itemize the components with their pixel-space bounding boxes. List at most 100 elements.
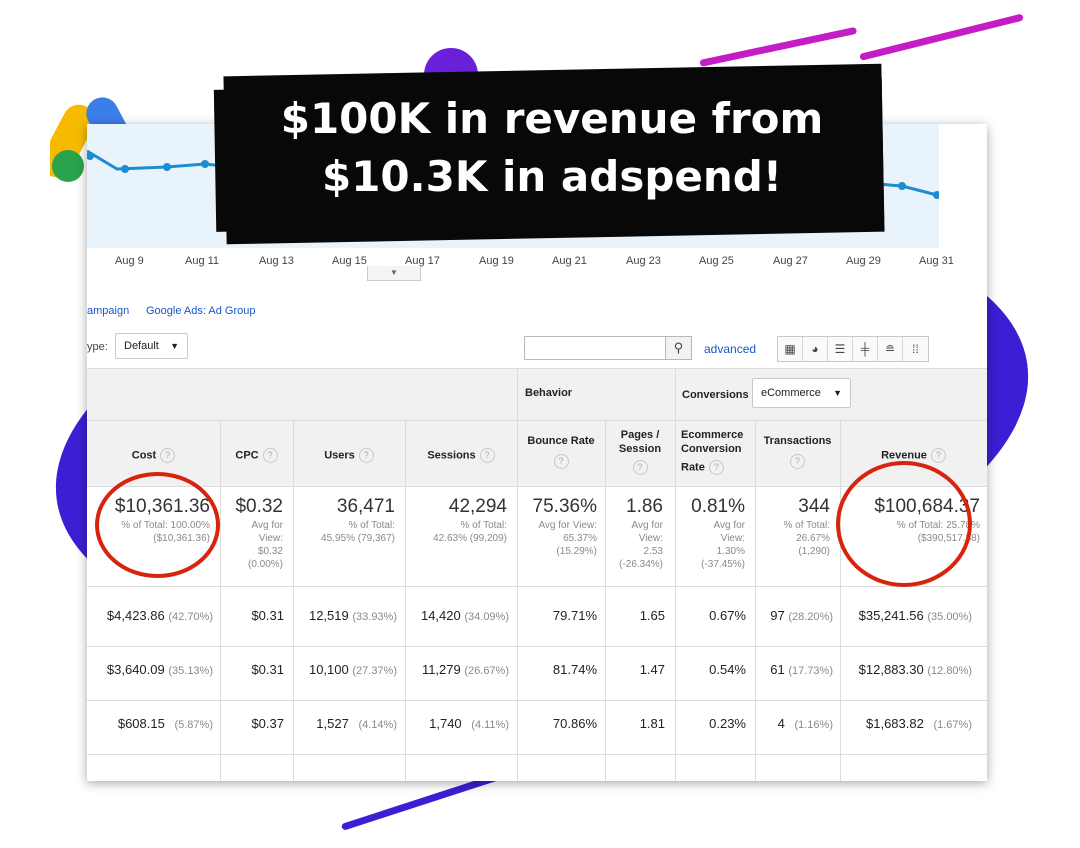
pie-view-icon[interactable]: ◕ (803, 337, 828, 361)
total-bounce-note: Avg for View: (538, 520, 597, 531)
conversions-select[interactable]: eCommerce ▼ (752, 378, 851, 408)
total-cpc-note: $0.32 (257, 546, 283, 557)
total-cpc-note: Avg for (251, 520, 284, 531)
table-row-1-cost: $4,423.86 (42.70%) (87, 608, 213, 623)
cell-value: 61 (770, 662, 785, 677)
total-bounce-note: 65.37% (563, 533, 597, 544)
help-icon[interactable]: ? (708, 460, 724, 475)
type-label: ype: (87, 341, 108, 353)
column-header-ecommerce-conversion-rate[interactable]: Ecommerce Conversion Rate? (675, 428, 755, 475)
column-header-sessions[interactable]: Sessions? (405, 448, 517, 463)
cell-percent: (34.09%) (464, 611, 509, 623)
cell-percent: (4.14%) (358, 719, 397, 731)
cell-percent: (1.67%) (933, 719, 972, 731)
table-search-input[interactable] (524, 336, 666, 360)
column-label: Ecommerce (681, 429, 744, 441)
table-row-3-ecr: 0.23% (709, 716, 746, 731)
total-pages-note: View: (638, 533, 663, 544)
term-cloud-icon[interactable]: ≘ (878, 337, 903, 361)
cell-percent: (28.20%) (788, 611, 833, 623)
total-transactions: 344 (798, 496, 830, 517)
total-sessions-note: % of Total: (460, 520, 507, 531)
cell-value: 1,527 (316, 716, 349, 731)
cell-percent: (4.11%) (471, 719, 509, 731)
behavior-group-header: Behavior (525, 387, 573, 399)
total-cpc: $0.32 (235, 496, 283, 517)
chevron-down-icon: ▼ (833, 388, 842, 398)
table-row-2-sessions: 11,279 (26.67%) (405, 662, 509, 677)
help-icon[interactable]: ? (790, 454, 805, 469)
help-icon[interactable]: ? (262, 448, 278, 463)
decorative-stroke (699, 26, 858, 67)
cell-value: 14,420 (420, 608, 461, 623)
cell-percent: (12.80%) (927, 665, 972, 677)
cell-percent: (42.70%) (168, 611, 213, 623)
column-header-pages-session[interactable]: Pages / Session ? (605, 428, 675, 475)
column-header-users[interactable]: Users? (293, 448, 405, 463)
headline-line-1: $100K in revenue from (280, 94, 824, 143)
tab-google-ads-ad-group[interactable]: Google Ads: Ad Group (146, 305, 255, 317)
table-row-2-users: 10,100 (27.37%) (293, 662, 397, 677)
total-transactions-note: (1,290) (798, 546, 830, 557)
cell-percent: (26.67%) (464, 665, 509, 677)
grid-view-icon[interactable]: ▦ (778, 337, 803, 361)
cell-percent: (27.37%) (352, 665, 397, 677)
highlight-circle-cost (95, 472, 220, 578)
total-bounce-note: (15.29%) (556, 546, 597, 557)
column-label: Bounce Rate (527, 435, 595, 447)
x-axis-label: Aug 9 (115, 255, 144, 267)
total-ecommerce-conversion-rate: 0.81% (691, 496, 745, 517)
bar-view-icon[interactable]: ☰ (828, 337, 853, 361)
total-transactions-note: % of Total: (783, 520, 830, 531)
decorative-stroke (859, 13, 1024, 61)
cell-percent: (1.16%) (794, 719, 833, 731)
pivot-view-icon[interactable]: ⁞⁞ (903, 337, 928, 361)
total-cpc-note: View: (258, 533, 283, 544)
highlight-circle-revenue (836, 461, 972, 587)
total-pages-note: Avg for (631, 520, 664, 531)
table-row-1-revenue: $35,241.56 (35.00%) (840, 608, 972, 623)
table-border (87, 368, 987, 369)
type-select[interactable]: Default ▼ (115, 333, 188, 359)
advanced-filter-link[interactable]: advanced (704, 342, 756, 356)
help-icon[interactable]: ? (553, 454, 569, 469)
table-row-1-transactions: 97 (28.20%) (755, 608, 833, 623)
chart-collapse-handle[interactable]: ▼ (367, 266, 421, 281)
cell-value: $3,640.09 (106, 662, 165, 677)
total-sessions: 42,294 (448, 496, 507, 517)
help-icon[interactable]: ? (358, 448, 374, 463)
total-pages-note: (-26.34%) (619, 559, 663, 570)
table-row-1-cpc: $0.31 (251, 608, 284, 623)
help-icon[interactable]: ? (930, 448, 946, 463)
table-row-2-ecr: 0.54% (709, 662, 746, 677)
help-icon[interactable]: ? (479, 448, 495, 463)
comparison-view-icon[interactable]: ╪ (853, 337, 878, 361)
table-row-2-transactions: 61 (17.73%) (755, 662, 833, 677)
table-row-1-bounce: 79.71% (552, 608, 597, 623)
table-row-3-transactions: 4 (1.16%) (755, 716, 833, 731)
cell-value: $35,241.56 (858, 608, 924, 623)
column-header-cost[interactable]: Cost? (87, 448, 220, 463)
column-header-cpc[interactable]: CPC? (220, 448, 293, 463)
cell-value: 4 (777, 716, 785, 731)
conversions-group-label: Conversions (682, 389, 749, 401)
column-label: Pages / (620, 429, 660, 441)
table-border (87, 646, 987, 647)
help-icon[interactable]: ? (160, 448, 176, 463)
table-row-2-revenue: $12,883.30 (12.80%) (840, 662, 972, 677)
search-icon[interactable]: ⚲ (665, 336, 692, 360)
cell-value: $12,883.30 (858, 662, 924, 677)
table-row-3-cpc: $0.37 (251, 716, 284, 731)
table-row-2-bounce: 81.74% (552, 662, 597, 677)
total-users-note: % of Total: (348, 520, 395, 531)
table-row-3-cost: $608.15 (5.87%) (87, 716, 213, 731)
tab-campaign[interactable]: ampaign (87, 305, 129, 317)
cell-percent: (33.93%) (352, 611, 397, 623)
table-row-2-cost: $3,640.09 (35.13%) (87, 662, 213, 677)
x-axis-label: Aug 21 (552, 255, 587, 267)
x-axis-label: Aug 23 (626, 255, 661, 267)
help-icon[interactable]: ? (632, 460, 648, 475)
table-row-1-pages: 1.65 (639, 608, 665, 623)
column-header-transactions[interactable]: Transactions ? (755, 434, 840, 469)
column-header-bounce-rate[interactable]: Bounce Rate ? (517, 434, 605, 469)
